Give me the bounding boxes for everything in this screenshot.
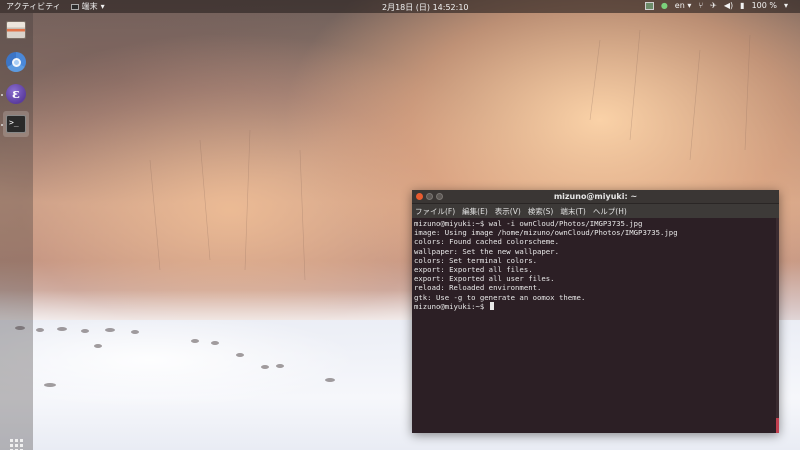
terminal-line: mizuno@miyuki:~$ wal -i ownCloud/Photos/… <box>414 219 643 228</box>
terminal-line: reload: Reloaded environment. <box>414 283 542 293</box>
terminal-window: mizuno@miyuki: ~ ファイル(F) 編集(E) 表示(V) 検索(… <box>412 190 779 433</box>
terminal-line: export: Exported all files. <box>414 265 533 275</box>
dock: ε >_ <box>0 13 33 450</box>
terminal-titlebar[interactable]: mizuno@miyuki: ~ <box>412 190 779 204</box>
terminal-line: image: Using image /home/mizuno/ownCloud… <box>414 228 678 238</box>
terminal-scrollbar[interactable] <box>776 218 779 433</box>
dock-item-terminal[interactable]: >_ <box>3 111 29 137</box>
menu-view[interactable]: 表示(V) <box>495 206 521 217</box>
dock-item-chromium[interactable] <box>3 49 29 75</box>
activities-button[interactable]: アクティビティ <box>6 1 61 12</box>
dropdown-arrow-icon: ▾ <box>100 2 105 11</box>
emacs-icon: ε <box>6 84 26 104</box>
dock-item-files[interactable] <box>3 17 29 43</box>
input-language[interactable]: en ▾ <box>675 1 692 10</box>
menu-edit[interactable]: 編集(E) <box>462 206 488 217</box>
volume-icon[interactable]: ◀) <box>724 1 733 10</box>
terminal-prompt-line: mizuno@miyuki:~$ <box>414 301 779 311</box>
system-menu-arrow-icon[interactable]: ▾ <box>784 1 788 10</box>
network-icon[interactable]: ⑂ <box>698 1 703 10</box>
update-icon[interactable]: ● <box>661 1 668 10</box>
terminal-line: export: Exported all user files. <box>414 274 555 284</box>
terminal-prompt: mizuno@miyuki:~$ <box>414 301 489 311</box>
battery-icon[interactable]: ▮ <box>740 1 744 10</box>
battery-percent[interactable]: 100 % <box>752 1 777 10</box>
terminal-icon: >_ <box>6 115 26 133</box>
window-title: mizuno@miyuki: ~ <box>553 192 638 201</box>
desktop-wallpaper: アクティビティ 端末 ▾ 2月18日 (日) 14:52:10 ● en ▾ ⑂… <box>0 0 800 450</box>
system-tray: ● en ▾ ⑂ ✈ ◀) ▮ 100 % ▾ <box>644 1 788 10</box>
top-bar: アクティビティ 端末 ▾ 2月18日 (日) 14:52:10 ● en ▾ ⑂… <box>0 0 800 13</box>
menu-search[interactable]: 検索(S) <box>528 206 554 217</box>
app-menu[interactable]: 端末 ▾ <box>70 1 105 12</box>
dock-item-emacs[interactable]: ε <box>3 81 29 107</box>
show-applications-icon[interactable] <box>10 439 23 450</box>
terminal-small-icon <box>70 3 79 10</box>
chrome-icon <box>6 52 26 72</box>
terminal-line: colors: Found cached colorscheme. <box>414 237 559 247</box>
terminal-line: wallpaper: Set the new wallpaper. <box>414 246 559 256</box>
menu-file[interactable]: ファイル(F) <box>415 206 455 217</box>
files-icon <box>6 21 26 39</box>
text-cursor <box>489 301 494 310</box>
language-label: en <box>674 1 685 10</box>
terminal-line: gtk: Use -g to generate an oomox theme. <box>414 292 586 302</box>
scrollbar-thumb[interactable] <box>776 418 779 433</box>
menu-help[interactable]: ヘルプ(H) <box>593 206 627 217</box>
running-indicator <box>1 124 3 126</box>
screen-icon[interactable] <box>644 1 654 10</box>
terminal-menubar: ファイル(F) 編集(E) 表示(V) 検索(S) 端末(T) ヘルプ(H) <box>412 204 779 218</box>
running-indicator <box>1 94 3 96</box>
airplane-icon[interactable]: ✈ <box>710 1 717 10</box>
terminal-line: colors: Set terminal colors. <box>414 255 538 265</box>
menu-terminal[interactable]: 端末(T) <box>560 206 585 217</box>
app-menu-label: 端末 <box>81 2 98 11</box>
terminal-output[interactable]: mizuno@miyuki:~$ wal -i ownCloud/Photos/… <box>412 218 779 433</box>
clock[interactable]: 2月18日 (日) 14:52:10 <box>382 2 469 13</box>
